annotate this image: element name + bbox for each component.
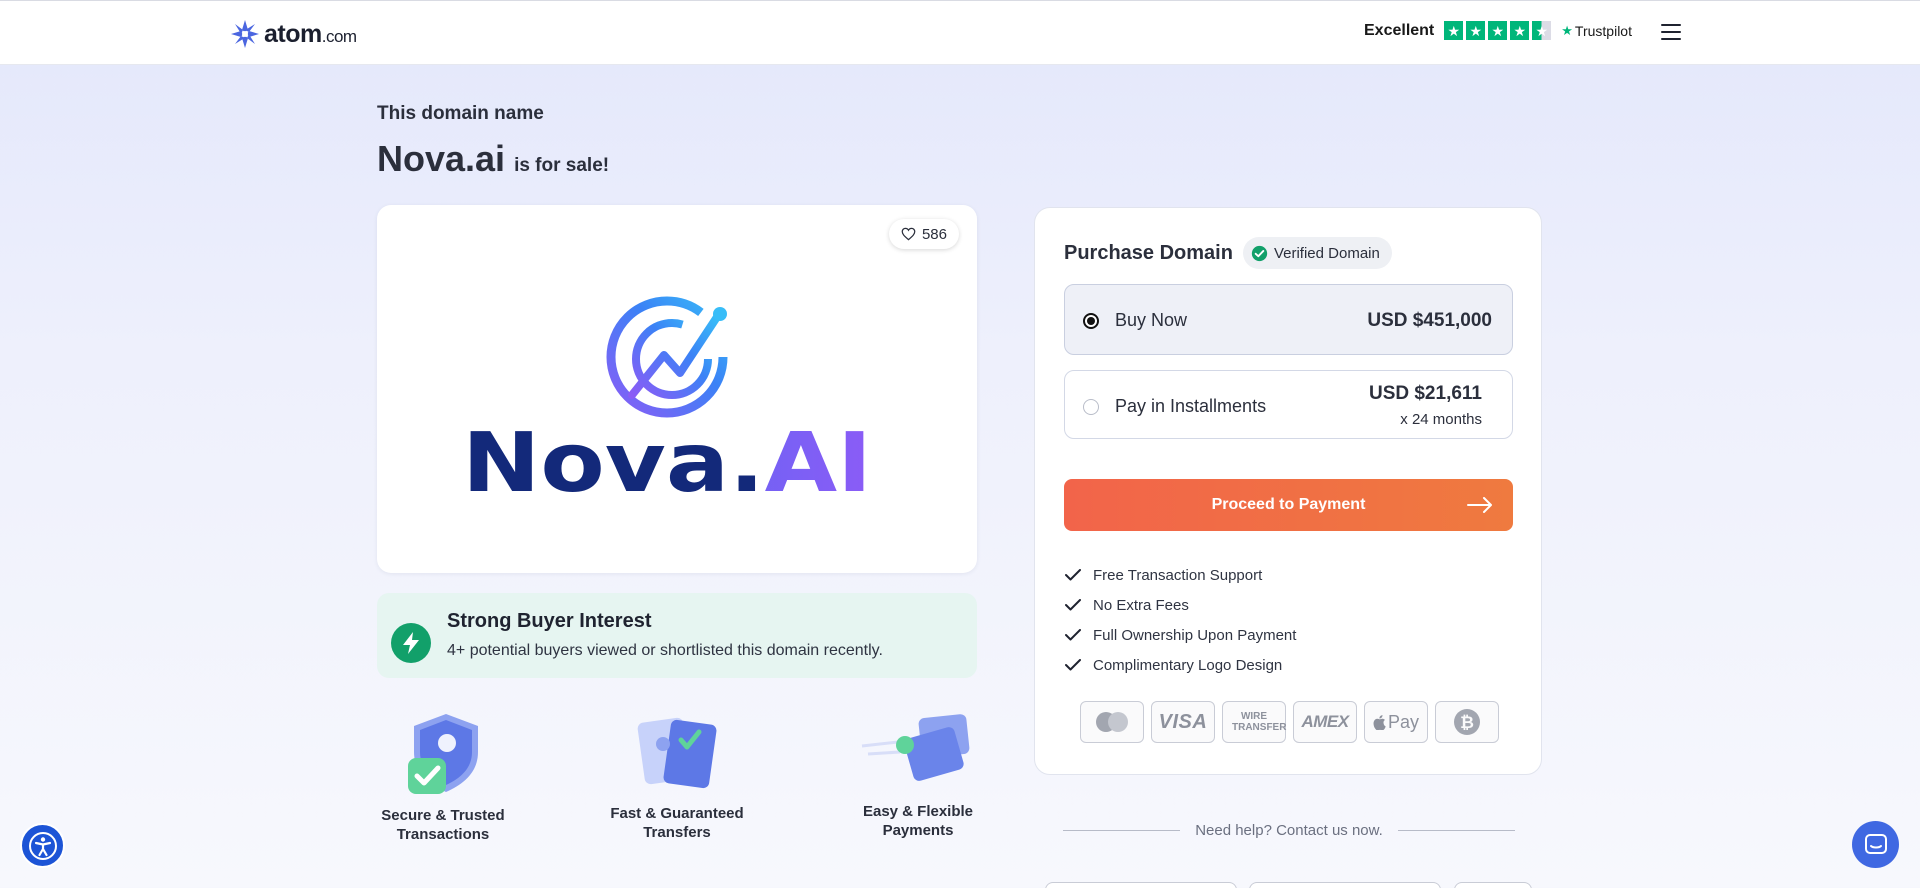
purchase-title: Purchase Domain	[1064, 241, 1233, 264]
buy-now-option[interactable]: Buy Now USD $451,000	[1064, 284, 1513, 355]
rating-stars: ★ ★ ★ ★ ★	[1444, 21, 1552, 40]
shield-check-icon	[408, 714, 478, 794]
feature-transfers: Fast & Guaranteed Transfers	[597, 710, 757, 842]
payment-methods: VISA WIRE TRANSFER AMEX Pay ₿	[1080, 701, 1499, 743]
bottom-option-tab[interactable]	[1045, 882, 1237, 888]
installments-term: x 24 months	[1400, 411, 1482, 428]
checkmark-icon	[1065, 569, 1081, 581]
star-icon: ★	[1488, 21, 1508, 40]
nova-ai-logo: Nova. AI	[462, 296, 872, 505]
chat-icon	[1864, 833, 1887, 854]
apple-pay-icon: Pay	[1364, 701, 1428, 743]
checkmark-icon	[1065, 659, 1081, 671]
trustpilot-star-icon: ★	[1561, 22, 1573, 38]
chat-button[interactable]	[1852, 821, 1899, 868]
accessibility-button[interactable]	[20, 823, 65, 868]
wallet-transfer-icon	[637, 717, 717, 789]
benefit-item: Full Ownership Upon Payment	[1065, 620, 1296, 650]
installments-label: Pay in Installments	[1115, 396, 1267, 416]
svg-text:₿: ₿	[1460, 713, 1474, 733]
sale-text: is for sale!	[514, 155, 610, 176]
buy-now-radio[interactable]	[1083, 313, 1099, 329]
logo-wordmark-nova: Nova. AI	[462, 416, 872, 505]
benefit-item: Free Transaction Support	[1065, 560, 1296, 590]
logo-suffix: .com	[321, 26, 357, 46]
star-icon: ★	[1510, 21, 1530, 40]
domain-name: Nova.ai	[377, 138, 506, 179]
heart-icon	[901, 227, 916, 241]
atom-logo[interactable]: atom.com	[230, 19, 357, 49]
half-star-icon: ★	[1532, 21, 1552, 40]
benefit-text: Free Transaction Support	[1093, 566, 1263, 584]
card-payment-icon	[861, 714, 970, 781]
benefit-text: No Extra Fees	[1093, 596, 1189, 614]
help-contact-link[interactable]: Need help? Contact us now.	[1195, 822, 1383, 839]
trustpilot-text: Trustpilot	[1574, 22, 1632, 39]
feature-payments-label-1: Easy & Flexible	[862, 803, 974, 820]
buy-now-price: USD $451,000	[1367, 310, 1492, 331]
interest-title: Strong Buyer Interest	[447, 610, 652, 632]
benefit-text: Full Ownership Upon Payment	[1093, 626, 1297, 644]
arrow-right-icon	[1467, 497, 1492, 513]
feature-transfers-label-1: Fast & Guaranteed	[610, 805, 744, 822]
buy-now-label: Buy Now	[1115, 310, 1188, 330]
atom-star-icon	[231, 20, 259, 48]
lightning-icon	[391, 623, 431, 663]
verified-text: Verified Domain	[1273, 244, 1380, 262]
interest-text: 4+ potential buyers viewed or shortliste…	[447, 642, 883, 659]
amex-icon: AMEX	[1293, 701, 1357, 743]
help-divider: Need help? Contact us now.	[1063, 822, 1515, 839]
proceed-label: Proceed to Payment	[1211, 496, 1366, 513]
wire-transfer-icon: WIRE TRANSFER	[1222, 701, 1286, 743]
feature-secure-label-1: Secure & Trusted	[381, 807, 505, 824]
benefit-text: Complimentary Logo Design	[1093, 656, 1283, 674]
trust-label: Excellent	[1364, 21, 1435, 39]
feature-payments-label-2: Payments	[882, 822, 954, 839]
visa-icon: VISA	[1151, 701, 1215, 743]
logo-text: atom	[264, 19, 322, 48]
hamburger-menu-icon[interactable]	[1661, 24, 1681, 40]
buyer-interest-banner: Strong Buyer Interest 4+ potential buyer…	[377, 593, 977, 678]
feature-secure-label-2: Transactions	[396, 826, 490, 843]
mastercard-icon	[1080, 701, 1144, 743]
star-icon: ★	[1466, 21, 1486, 40]
like-count: 586	[921, 225, 947, 243]
verified-check-icon	[1251, 245, 1268, 261]
accessibility-icon	[28, 831, 57, 860]
installments-price: USD $21,611	[1368, 383, 1482, 404]
domain-logo-card: 586 Nova. AI	[377, 205, 977, 573]
installments-radio[interactable]	[1083, 399, 1099, 415]
benefit-item: No Extra Fees	[1065, 590, 1296, 620]
installments-option[interactable]: Pay in Installments USD $21,611 x 24 mon…	[1064, 370, 1513, 439]
like-button[interactable]: 586	[888, 219, 959, 249]
bottom-option-tab[interactable]	[1249, 882, 1441, 888]
page-title: Nova.ai is for sale!	[377, 138, 609, 180]
star-icon: ★	[1444, 21, 1464, 40]
benefits-list: Free Transaction Support No Extra Fees F…	[1065, 560, 1296, 680]
trustpilot-rating[interactable]: Excellent ★ ★ ★ ★ ★ ★ Trustpilot	[1364, 21, 1632, 40]
purchase-panel: Purchase Domain Verified Domain Buy Now …	[1034, 207, 1542, 775]
top-header: atom.com Excellent ★ ★ ★ ★ ★ ★ Trustpilot	[0, 0, 1920, 65]
proceed-to-payment-button[interactable]: Proceed to Payment	[1064, 479, 1513, 531]
verified-badge: Verified Domain	[1242, 237, 1392, 269]
bitcoin-icon: ₿	[1435, 701, 1499, 743]
feature-transfers-label-2: Transfers	[643, 824, 711, 841]
feature-secure: Secure & Trusted Transactions	[363, 712, 523, 844]
checkmark-icon	[1065, 629, 1081, 641]
pre-title: This domain name	[377, 103, 544, 124]
benefit-item: Complimentary Logo Design	[1065, 650, 1296, 680]
bottom-option-tab[interactable]	[1454, 882, 1532, 888]
checkmark-icon	[1065, 599, 1081, 611]
feature-payments: Easy & Flexible Payments	[838, 710, 998, 840]
